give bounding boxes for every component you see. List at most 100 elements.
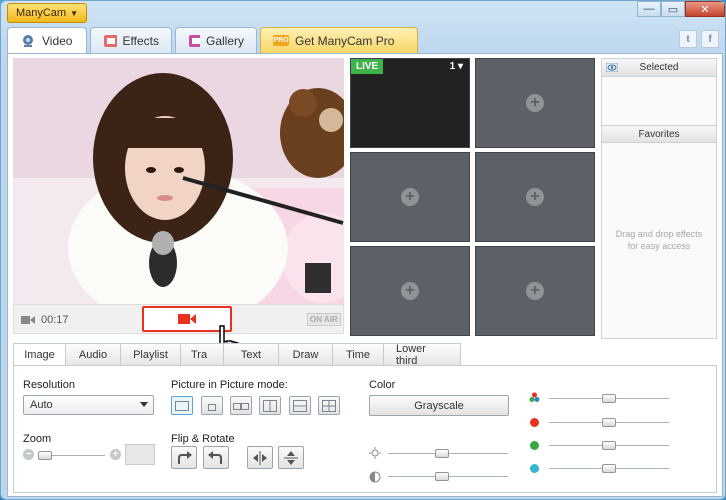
blue-slider-thumb[interactable] — [602, 464, 616, 473]
green-slider-thumb[interactable] — [602, 441, 616, 450]
pip-quad-icon — [322, 399, 336, 412]
favorites-drop-area[interactable]: Drag and drop effects for easy access — [602, 143, 716, 337]
add-icon: + — [401, 282, 419, 300]
contrast-icon — [369, 471, 381, 483]
tab-gallery[interactable]: Gallery — [175, 27, 257, 53]
add-source-cell[interactable]: + — [475, 246, 595, 336]
tab-image[interactable]: Image — [13, 343, 66, 366]
add-source-cell[interactable]: + — [475, 152, 595, 242]
zoom-preview-box — [125, 444, 155, 465]
resolution-select[interactable]: Auto — [23, 395, 154, 415]
zoom-in-button[interactable]: + — [110, 449, 121, 460]
contrast-slider[interactable] — [388, 472, 508, 481]
app-menu-label: ManyCam — [15, 7, 67, 19]
pip-side-by-side-icon — [233, 402, 249, 410]
minimize-button[interactable]: — — [637, 1, 661, 17]
favorites-hint: Drag and drop effects for easy access — [615, 229, 703, 251]
selected-header: Selected — [602, 59, 716, 77]
gallery-icon — [189, 34, 200, 47]
flip-vertical-button[interactable] — [278, 446, 304, 469]
tab-audio[interactable]: Audio — [65, 343, 121, 365]
pip-none-button[interactable] — [171, 396, 193, 415]
rotate-left-icon — [208, 450, 222, 464]
red-slider[interactable] — [549, 418, 669, 427]
zoom-out-button[interactable]: − — [23, 449, 34, 460]
settings-tabs: Image Audio Playlist Tra Text Draw Time … — [13, 343, 461, 367]
preview-controls: 00:17 ON AIR — [13, 304, 344, 334]
color-label: Color — [369, 379, 396, 391]
tab-label: Gallery — [205, 33, 244, 48]
channel-selector[interactable]: 1 ▾ — [450, 61, 463, 72]
live-source-cell[interactable]: LIVE 1 ▾ — [350, 58, 470, 148]
add-source-cell[interactable]: + — [350, 246, 470, 336]
saturation-slider-thumb[interactable] — [602, 394, 616, 403]
flip-vertical-icon — [284, 450, 298, 465]
main-tabs: Video Effects Gallery PRO Get ManyCam Pr… — [7, 27, 418, 54]
selected-area — [602, 77, 716, 125]
recording-time: 00:17 — [41, 314, 69, 326]
video-camera-icon — [21, 316, 35, 324]
pro-icon: PRO — [273, 35, 289, 46]
add-source-cell[interactable]: + — [475, 58, 595, 148]
eye-icon[interactable] — [606, 63, 618, 72]
chevron-down-icon: ▼ — [70, 8, 79, 18]
effects-icon — [104, 34, 117, 47]
webcam-image — [13, 58, 344, 304]
pip-vertical-split-button[interactable] — [259, 396, 281, 415]
on-air-badge: ON AIR — [307, 313, 341, 326]
app-menu-button[interactable]: ManyCam ▼ — [7, 3, 87, 23]
tab-video[interactable]: Video — [7, 27, 87, 54]
live-badge: LIVE — [351, 59, 384, 74]
tab-time[interactable]: Time — [332, 343, 384, 365]
tab-lower-third[interactable]: Lower third — [383, 343, 461, 367]
add-icon: + — [526, 188, 544, 206]
rotate-left-button[interactable] — [203, 446, 229, 469]
pip-small-icon — [208, 403, 216, 411]
color-saturation-icon — [529, 392, 540, 402]
green-slider[interactable] — [549, 441, 669, 450]
pip-side-by-side-button[interactable] — [230, 396, 252, 415]
pip-small-button[interactable] — [201, 396, 223, 415]
tab-transitions[interactable]: Tra — [180, 343, 224, 365]
tab-draw[interactable]: Draw — [278, 343, 333, 365]
brightness-icon — [369, 447, 381, 459]
facebook-icon[interactable]: f — [701, 30, 719, 48]
tab-text[interactable]: Text — [223, 343, 279, 365]
contrast-slider-thumb[interactable] — [435, 472, 449, 481]
pip-quad-button[interactable] — [318, 396, 340, 415]
title-bar: ManyCam ▼ — ▭ ✕ — [1, 1, 725, 25]
tab-label: Effects — [122, 33, 159, 48]
zoom-slider-thumb[interactable] — [38, 451, 52, 460]
rotate-right-icon — [178, 450, 192, 464]
flip-horizontal-button[interactable] — [247, 446, 273, 469]
pip-horizontal-split-icon — [293, 399, 307, 412]
resolution-label: Resolution — [23, 379, 75, 391]
maximize-button[interactable]: ▭ — [661, 1, 685, 17]
add-source-cell[interactable]: + — [350, 152, 470, 242]
tab-get-pro[interactable]: PRO Get ManyCam Pro — [260, 27, 418, 53]
tab-effects[interactable]: Effects — [90, 27, 172, 53]
rotate-right-button[interactable] — [171, 446, 197, 469]
grayscale-button[interactable]: Grayscale — [369, 395, 509, 416]
saturation-slider[interactable] — [549, 394, 669, 403]
zoom-slider[interactable] — [38, 451, 105, 460]
red-slider-thumb[interactable] — [602, 418, 616, 427]
webcam-icon — [23, 35, 33, 47]
flip-rotate-label: Flip & Rotate — [171, 433, 235, 445]
close-button[interactable]: ✕ — [685, 1, 725, 17]
pip-horizontal-split-button[interactable] — [289, 396, 311, 415]
flip-horizontal-icon — [253, 450, 267, 465]
video-preview — [13, 58, 344, 304]
brightness-slider-thumb[interactable] — [435, 449, 449, 458]
add-icon: + — [526, 282, 544, 300]
manycam-window: ManyCam ▼ — ▭ ✕ Video Effects Gallery PR… — [0, 0, 726, 500]
effects-side-panel: Selected Favorites Drag and drop effects… — [601, 58, 717, 339]
main-panel: 00:17 ON AIR LIVE 1 ▾ + + + + + Selected… — [7, 53, 723, 497]
pip-vertical-split-icon — [263, 399, 277, 412]
tab-label: Get ManyCam Pro — [295, 33, 395, 48]
twitter-icon[interactable]: t — [679, 30, 697, 48]
zoom-label: Zoom — [23, 433, 52, 445]
tab-playlist[interactable]: Playlist — [120, 343, 181, 365]
blue-slider[interactable] — [549, 464, 669, 473]
brightness-slider[interactable] — [388, 449, 508, 458]
